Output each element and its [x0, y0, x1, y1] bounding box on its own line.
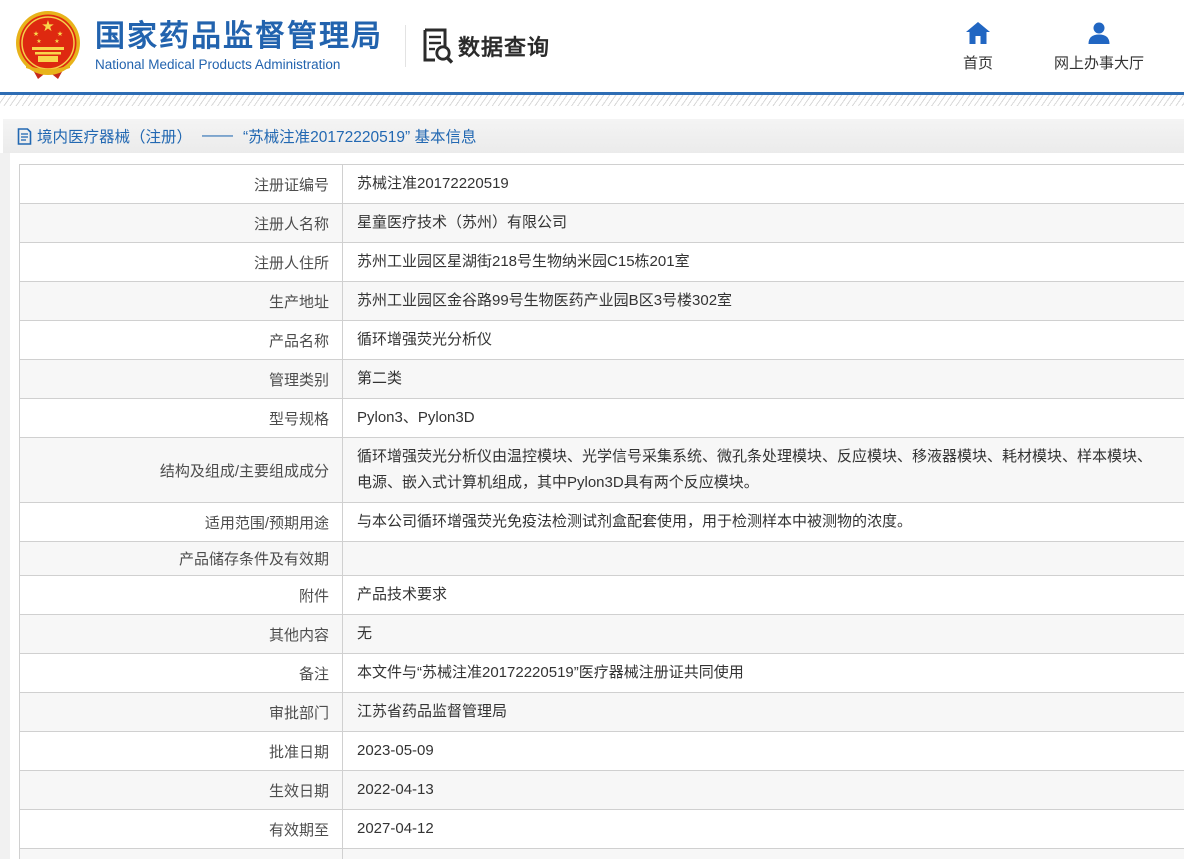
breadcrumb-page-title: “苏械注准20172220519” 基本信息: [243, 129, 477, 146]
svg-text:★: ★: [36, 38, 41, 45]
row-value: 循环增强荧光分析仪由温控模块、光学信号采集系统、微孔条处理模块、反应模块、移液器…: [357, 448, 1153, 491]
nav-home[interactable]: 首页: [948, 20, 1008, 73]
row-value: 本文件与“苏械注准20172220519”医疗器械注册证共同使用: [357, 664, 744, 681]
row-label: 型号规格: [20, 399, 343, 437]
table-row: 生产地址 苏州工业园区金谷路99号生物医药产业园B区3号楼302室: [20, 282, 1184, 321]
row-value: 无: [357, 625, 373, 642]
row-label: 审批部门: [20, 693, 343, 731]
svg-text:★: ★: [54, 38, 59, 45]
header-nav: 首页 网上办事大厅: [948, 20, 1158, 73]
svg-text:★: ★: [41, 18, 54, 35]
row-label: 变更情况: [20, 849, 343, 859]
row-label: 适用范围/预期用途: [20, 503, 343, 541]
hatched-band: [0, 95, 1184, 106]
row-value: Pylon3、Pylon3D: [357, 409, 475, 426]
row-value: 2023-05-09生产地址变更 由 “苏州工业园区星湖街218号生物纳米园C1…: [343, 849, 1184, 859]
table-row: 有效期至 2027-04-12: [20, 810, 1184, 849]
row-value: [343, 542, 1184, 575]
nav-service-hall-label: 网上办事大厅: [1053, 54, 1144, 72]
doc-search-icon: [423, 28, 454, 64]
page-body: 注册证编号 苏械注准20172220519 注册人名称 星童医疗技术（苏州）有限公司…: [0, 153, 1184, 859]
data-query-section[interactable]: 数据查询: [422, 28, 550, 64]
table-row: 型号规格 Pylon3、Pylon3D: [20, 399, 1184, 438]
site-header: ★ ★ ★ ★ ★ 国家药品监督管理局 National Medical Pro…: [0, 0, 1184, 92]
row-label: 产品名称: [20, 321, 343, 359]
svg-text:★: ★: [33, 30, 39, 38]
table-row: 批准日期 2023-05-09: [20, 732, 1184, 771]
table-row: 适用范围/预期用途 与本公司循环增强荧光免疫法检测试剂盒配套使用，用于检测样本中被…: [20, 503, 1184, 542]
breadcrumb-category[interactable]: 境内医疗器械（注册）: [37, 125, 192, 147]
row-value: 苏州工业园区星湖街218号生物纳米园C15栋201室: [357, 253, 690, 270]
nav-home-label: 首页: [962, 54, 993, 72]
table-row: 其他内容无: [20, 615, 1184, 654]
row-label: 注册证编号: [20, 165, 343, 203]
row-value: 第二类: [357, 370, 403, 387]
row-label: 产品储存条件及有效期: [20, 542, 343, 575]
row-label: 批准日期: [20, 732, 343, 770]
table-row: 产品名称 循环增强荧光分析仪: [20, 321, 1184, 360]
table-row: 注册人名称 星童医疗技术（苏州）有限公司: [20, 204, 1184, 243]
row-value: 2022-04-13: [357, 781, 434, 798]
svg-text:★: ★: [57, 30, 63, 38]
row-value: 苏械注准20172220519: [357, 175, 509, 192]
row-label: 结构及组成/主要组成成分: [20, 438, 343, 502]
row-label: 注册人名称: [20, 204, 343, 242]
site-title-en: National Medical Products Administration: [95, 57, 341, 73]
header-divider: [405, 25, 406, 67]
site-title-block: 国家药品监督管理局 National Medical Products Admi…: [95, 20, 383, 73]
table-row: 备注 本文件与“苏械注准20172220519”医疗器械注册证共同使用: [20, 654, 1184, 693]
row-value: 产品技术要求: [357, 586, 448, 603]
home-icon: [965, 21, 990, 44]
row-label: 附件: [20, 576, 343, 614]
table-row: 注册证编号 苏械注准20172220519: [20, 165, 1184, 204]
row-label: 生效日期: [20, 771, 343, 809]
table-row: 管理类别 第二类: [20, 360, 1184, 399]
data-query-label: 数据查询: [458, 35, 551, 60]
breadcrumb: 境内医疗器械（注册） —— “苏械注准20172220519” 基本信息: [3, 119, 1184, 153]
row-value: 星童医疗技术（苏州）有限公司: [357, 214, 568, 231]
row-value: 2023-05-09: [357, 742, 434, 759]
row-value: 苏州工业园区金谷路99号生物医药产业园B区3号楼302室: [357, 292, 733, 309]
row-label: 有效期至: [20, 810, 343, 848]
breadcrumb-separator: ——: [202, 127, 234, 144]
registration-info-table: 注册证编号 苏械注准20172220519 注册人名称 星童医疗技术（苏州）有限公司…: [19, 164, 1184, 859]
site-title-cn: 国家药品监督管理局: [95, 19, 383, 53]
row-value: 江苏省药品监督管理局: [357, 703, 508, 720]
document-icon: [17, 127, 32, 145]
left-margin-strip: [0, 153, 10, 859]
table-row: 结构及组成/主要组成成分 循环增强荧光分析仪由温控模块、光学信号采集系统、微孔条处…: [20, 438, 1184, 503]
table-row: 产品储存条件及有效期: [20, 542, 1184, 576]
table-row: 注册人住所 苏州工业园区星湖街218号生物纳米园C15栋201室: [20, 243, 1184, 282]
nav-service-hall[interactable]: 网上办事大厅: [1054, 20, 1144, 73]
table-row: 附件 产品技术要求: [20, 576, 1184, 615]
row-value: 循环增强荧光分析仪: [357, 331, 493, 348]
row-label: 生产地址: [20, 282, 343, 320]
user-icon: [1088, 22, 1110, 44]
table-row: 变更情况2023-05-09生产地址变更 由 “苏州工业园区星湖街218号生物纳…: [20, 849, 1184, 859]
row-label: 备注: [20, 654, 343, 692]
row-label: 其他内容: [20, 615, 343, 653]
row-value: 与本公司循环增强荧光免疫法检测试剂盒配套使用，用于检测样本中被测物的浓度。: [357, 513, 913, 530]
row-label: 注册人住所: [20, 243, 343, 281]
row-value: 2027-04-12: [357, 820, 434, 837]
national-emblem-logo: ★ ★ ★ ★ ★: [16, 11, 80, 79]
row-label: 管理类别: [20, 360, 343, 398]
table-row: 审批部门 江苏省药品监督管理局: [20, 693, 1184, 732]
table-row: 生效日期 2022-04-13: [20, 771, 1184, 810]
